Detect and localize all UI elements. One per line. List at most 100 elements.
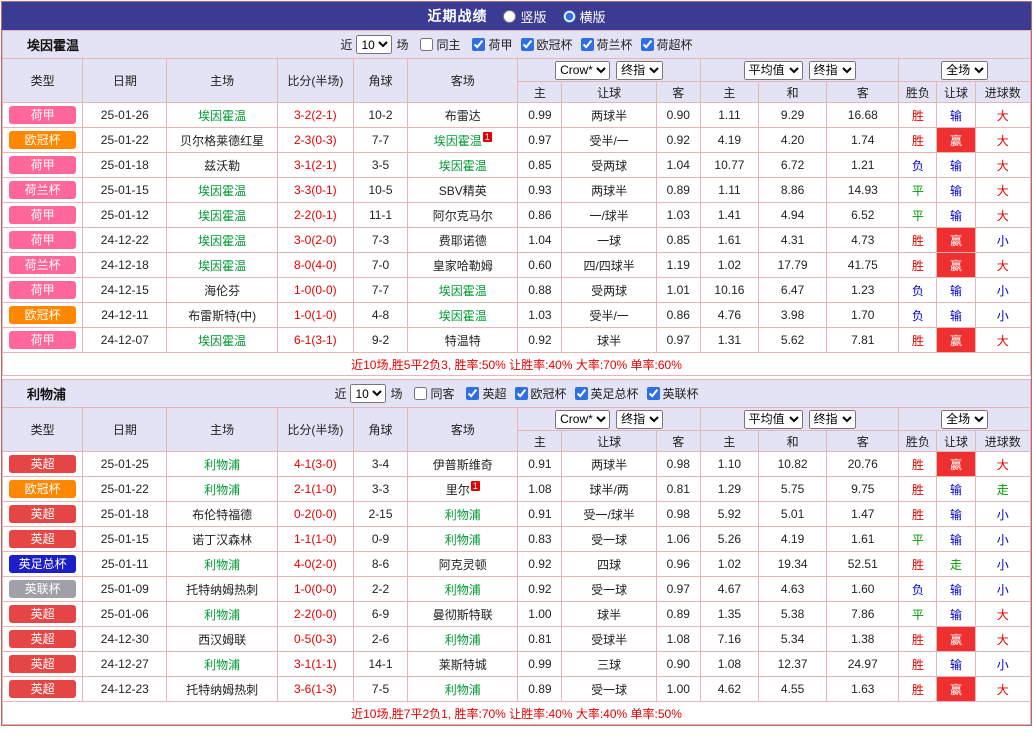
avg-stage-select[interactable]: 终指 — [809, 61, 856, 80]
team-name[interactable]: 利物浦 — [445, 583, 481, 597]
team-name[interactable]: 托特纳姆热刺 — [186, 583, 258, 597]
team-name[interactable]: 埃因霍温 — [198, 209, 246, 223]
away-team-cell: 曼彻斯特联 — [408, 602, 518, 627]
odds-company-select[interactable]: Crow* — [555, 61, 610, 80]
team-name[interactable]: 皇家哈勒姆 — [433, 259, 493, 273]
away-team-cell: 里尔1 — [408, 477, 518, 502]
team-name[interactable]: 布伦特福德 — [192, 508, 252, 522]
league-checkbox[interactable] — [466, 387, 479, 400]
date-cell: 24-12-11 — [83, 303, 167, 328]
team-name[interactable]: 阿尔克马尔 — [433, 209, 493, 223]
avg-odds-cell: 1.41 — [700, 203, 758, 228]
col-avg-home: 主 — [700, 431, 758, 452]
same-venue-checkbox[interactable] — [420, 38, 433, 51]
team-name[interactable]: 里尔 — [446, 483, 470, 497]
team-name[interactable]: 贝尔格莱德红星 — [180, 134, 264, 148]
league-cell: 欧冠杯 — [3, 303, 83, 328]
scope-select[interactable]: 全场 — [941, 61, 988, 80]
team-name[interactable]: 埃因霍温 — [434, 134, 482, 148]
match-row: 英超25-01-06利物浦2-2(0-0)6-9曼彻斯特联1.00球半0.891… — [3, 602, 1031, 627]
league-filter[interactable]: 欧冠杯 — [521, 36, 573, 53]
team-name[interactable]: 埃因霍温 — [198, 109, 246, 123]
team-name[interactable]: 费耶诺德 — [439, 234, 487, 248]
avg-type-select[interactable]: 平均值 — [744, 410, 803, 429]
col-avg-away: 客 — [827, 431, 899, 452]
score-cell: 3-3(0-1) — [277, 178, 353, 203]
team-name[interactable]: 利物浦 — [204, 658, 240, 672]
score-cell: 3-1(1-1) — [277, 652, 353, 677]
near-label: 近 — [340, 36, 352, 53]
team-name[interactable]: SBV精英 — [439, 184, 487, 198]
team-name[interactable]: 埃因霍温 — [198, 184, 246, 198]
team-name[interactable]: 布雷达 — [445, 109, 481, 123]
avg-type-select[interactable]: 平均值 — [744, 61, 803, 80]
horizontal-layout-radio[interactable] — [563, 10, 576, 23]
scope-select[interactable]: 全场 — [941, 410, 988, 429]
team-name[interactable]: 诺丁汉森林 — [192, 533, 252, 547]
team-name[interactable]: 阿克灵顿 — [439, 558, 487, 572]
league-checkbox[interactable] — [581, 38, 594, 51]
team-name[interactable]: 埃因霍温 — [439, 159, 487, 173]
layout-option-vertical[interactable]: 竖版 — [503, 7, 546, 26]
team-name[interactable]: 利物浦 — [204, 608, 240, 622]
team-name[interactable]: 利物浦 — [204, 558, 240, 572]
avg-odds-cell: 1.02 — [700, 253, 758, 278]
same-venue-filter[interactable]: 同客 — [414, 385, 454, 402]
league-checkbox[interactable] — [575, 387, 588, 400]
league-filter[interactable]: 荷甲 — [472, 36, 512, 53]
league-filter[interactable]: 荷超杯 — [641, 36, 693, 53]
team-name[interactable]: 利物浦 — [445, 683, 481, 697]
team-name[interactable]: 布雷斯特(中) — [188, 309, 256, 323]
team-name[interactable]: 特温特 — [445, 334, 481, 348]
col-score: 比分(半场) — [277, 408, 353, 452]
match-count-select[interactable]: 10 — [350, 384, 386, 403]
team-name[interactable]: 兹沃勒 — [204, 159, 240, 173]
team-name[interactable]: 利物浦 — [204, 458, 240, 472]
team-name[interactable]: 西汉姆联 — [198, 633, 246, 647]
team-name[interactable]: 曼彻斯特联 — [433, 608, 493, 622]
handicap-odds-cell: 0.90 — [656, 652, 700, 677]
date-cell: 25-01-18 — [83, 153, 167, 178]
odds-stage-select[interactable]: 终指 — [616, 410, 663, 429]
team-name[interactable]: 托特纳姆热刺 — [186, 683, 258, 697]
team-name[interactable]: 海伦芬 — [204, 284, 240, 298]
avg-odds-cell: 52.51 — [827, 552, 899, 577]
league-checkbox[interactable] — [521, 38, 534, 51]
odds-company-select[interactable]: Crow* — [555, 410, 610, 429]
same-venue-checkbox[interactable] — [414, 387, 427, 400]
odds-stage-select[interactable]: 终指 — [616, 61, 663, 80]
team-name[interactable]: 埃因霍温 — [439, 309, 487, 323]
league-filter[interactable]: 英超 — [466, 385, 506, 402]
team-name[interactable]: 利物浦 — [445, 533, 481, 547]
team-name[interactable]: 埃因霍温 — [439, 284, 487, 298]
vertical-layout-radio[interactable] — [503, 10, 516, 23]
league-filter[interactable]: 英足总杯 — [575, 385, 639, 402]
team-name[interactable]: 伊普斯维奇 — [433, 458, 493, 472]
league-cell: 英联杯 — [3, 577, 83, 602]
corner-cell: 3-3 — [353, 477, 407, 502]
league-filter[interactable]: 荷兰杯 — [581, 36, 633, 53]
team-name[interactable]: 埃因霍温 — [198, 334, 246, 348]
league-checkbox[interactable] — [647, 387, 660, 400]
league-badge: 欧冠杯 — [9, 131, 76, 149]
team-name[interactable]: 埃因霍温 — [198, 259, 246, 273]
team-name[interactable]: 利物浦 — [445, 508, 481, 522]
handicap-odds-cell: 0.93 — [518, 178, 562, 203]
avg-odds-cell: 12.37 — [759, 652, 827, 677]
league-checkbox[interactable] — [641, 38, 654, 51]
date-cell: 25-01-26 — [83, 103, 167, 128]
handicap-odds-cell: 1.00 — [656, 677, 700, 702]
result-cell: 胜 — [899, 103, 937, 128]
league-checkbox[interactable] — [515, 387, 528, 400]
league-filter[interactable]: 欧冠杯 — [515, 385, 567, 402]
team-name[interactable]: 埃因霍温 — [198, 234, 246, 248]
same-venue-filter[interactable]: 同主 — [420, 36, 460, 53]
team-name[interactable]: 利物浦 — [445, 633, 481, 647]
match-count-select[interactable]: 10 — [356, 35, 392, 54]
team-name[interactable]: 莱斯特城 — [439, 658, 487, 672]
league-checkbox[interactable] — [472, 38, 485, 51]
layout-option-horizontal[interactable]: 横版 — [563, 7, 606, 26]
league-filter[interactable]: 英联杯 — [647, 385, 699, 402]
avg-stage-select[interactable]: 终指 — [809, 410, 856, 429]
team-name[interactable]: 利物浦 — [204, 483, 240, 497]
